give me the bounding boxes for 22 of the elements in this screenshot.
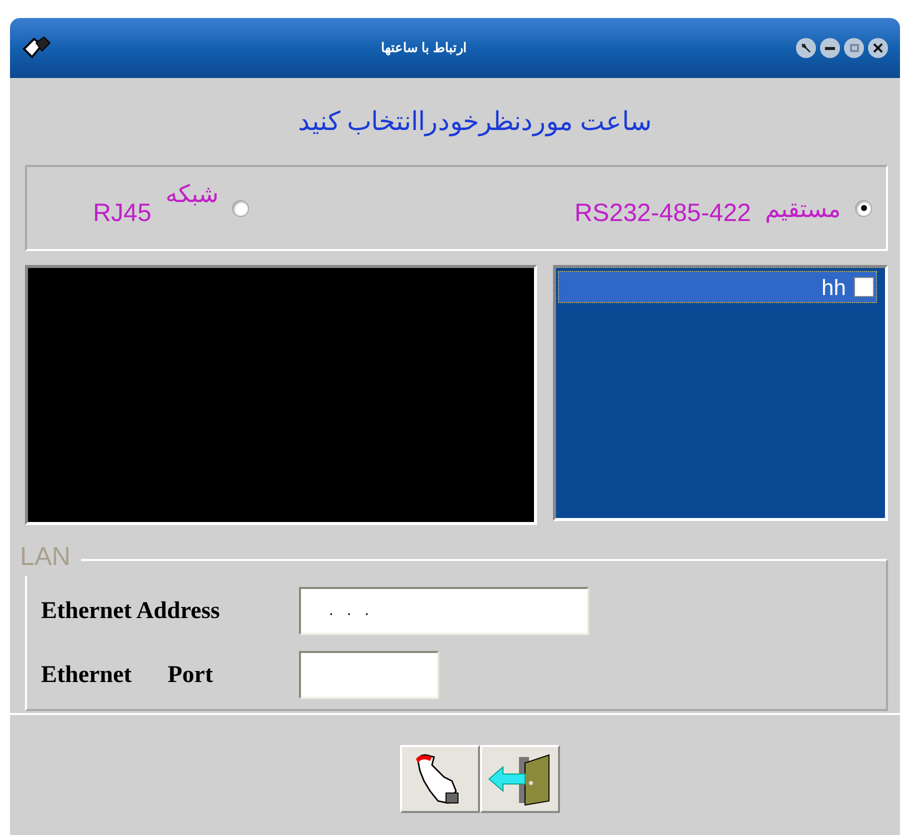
close-icon[interactable] [868,38,888,58]
checkbox[interactable] [854,277,874,297]
radio-button[interactable] [855,200,872,216]
clock-list-item[interactable]: hh [558,271,877,303]
app-icon [22,35,52,61]
exit-button[interactable] [480,745,560,813]
text-field[interactable] [299,651,439,699]
heading: ساعت موردنظرخودراانتخاب کنید [298,105,652,138]
text-field[interactable]: . . . [299,587,589,635]
field-label: Ethernet Port [41,661,214,690]
connect-button[interactable] [400,745,480,813]
maximize-icon[interactable] [844,38,864,58]
pin-icon[interactable] [796,38,816,58]
clock-name: hh [822,274,846,302]
connection-detail: RS232-485-422 [574,198,751,230]
connection-label: مستقیم [765,195,841,225]
window-title: ارتباط با ساعتها [380,39,468,58]
minimize-icon[interactable] [820,38,840,58]
field-label: Ethernet Address [41,597,221,626]
radio-button[interactable] [232,200,250,216]
connection-detail: RJ45 [93,198,152,230]
connection-label: شبکه [165,180,218,210]
